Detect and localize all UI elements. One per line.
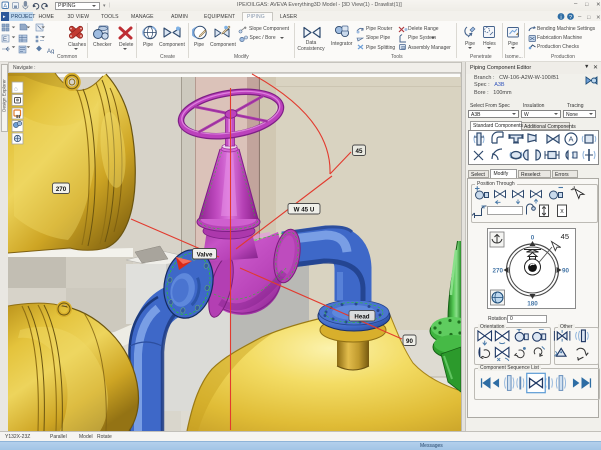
svg-text:–: – xyxy=(578,15,582,21)
svg-text:W 45 U: W 45 U xyxy=(294,207,315,214)
svg-text:90: 90 xyxy=(562,268,570,275)
svg-text:270: 270 xyxy=(492,268,503,275)
svg-text:180: 180 xyxy=(527,301,538,308)
svg-text:270: 270 xyxy=(56,186,67,193)
svg-text:⌂: ⌂ xyxy=(14,87,18,93)
svg-text:E: E xyxy=(3,37,7,43)
svg-text:x: x xyxy=(560,208,564,215)
svg-text:i: i xyxy=(560,15,561,21)
svg-text:45: 45 xyxy=(561,232,569,241)
svg-text:?: ? xyxy=(569,15,572,21)
svg-text:Ag: Ag xyxy=(47,49,54,54)
svg-text:Head: Head xyxy=(354,314,369,321)
svg-text:A: A xyxy=(3,4,7,10)
svg-text:90: 90 xyxy=(406,338,413,345)
svg-text:▮▮: ▮▮ xyxy=(16,114,20,119)
svg-text:0: 0 xyxy=(531,235,535,242)
svg-text:Valve: Valve xyxy=(197,252,213,259)
svg-text:▤: ▤ xyxy=(401,45,406,50)
svg-text:A: A xyxy=(568,135,573,144)
svg-text:45: 45 xyxy=(356,148,363,155)
